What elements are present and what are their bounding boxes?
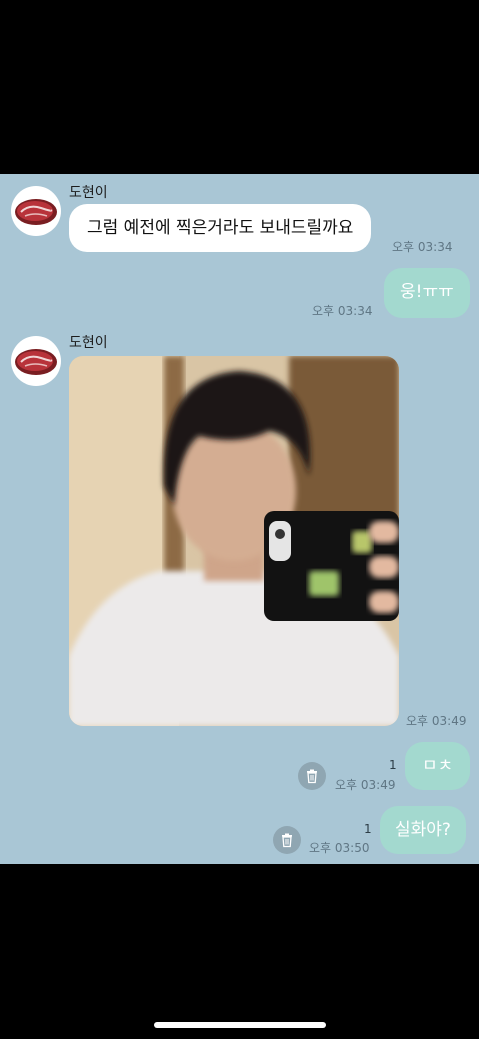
status-bar	[0, 0, 479, 174]
chat-screen: 도현이 그럼 예전에 찍은거라도 보내드릴까요 오후 03:34 오후 03:3…	[0, 0, 479, 1039]
sender-name: 도현이	[69, 335, 108, 351]
message-bubble[interactable]: 실화야?	[380, 806, 466, 854]
unread-count: 1	[389, 758, 397, 772]
chat-area[interactable]: 도현이 그럼 예전에 찍은거라도 보내드릴까요 오후 03:34 오후 03:3…	[0, 174, 479, 864]
message-bubble[interactable]: 웅!ㅠㅠ	[384, 268, 470, 318]
selfie-photo	[69, 356, 399, 726]
message-time: 오후 03:49	[335, 778, 396, 792]
message-time: 오후 03:34	[312, 304, 373, 318]
trash-icon[interactable]	[273, 826, 301, 854]
trash-icon[interactable]	[298, 762, 326, 790]
message-bubble[interactable]: ㅁㅊ	[405, 742, 471, 790]
message-bubble[interactable]: 그럼 예전에 찍은거라도 보내드릴까요	[69, 204, 372, 252]
message-time: 오후 03:49	[406, 714, 467, 728]
photo-message[interactable]	[69, 356, 399, 726]
sender-name: 도현이	[69, 185, 108, 201]
steak-icon[interactable]	[11, 186, 61, 236]
bottom-bar	[0, 864, 479, 1039]
steak-icon[interactable]	[11, 336, 61, 386]
home-indicator[interactable]	[154, 1022, 326, 1028]
unread-count: 1	[364, 822, 372, 836]
message-time: 오후 03:34	[392, 240, 453, 254]
message-time: 오후 03:50	[309, 841, 370, 855]
